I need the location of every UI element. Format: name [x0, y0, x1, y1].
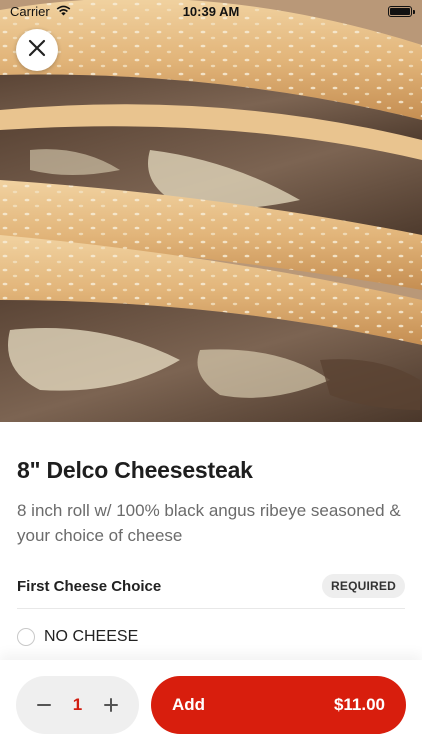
- radio-button[interactable]: [17, 628, 35, 646]
- item-description: 8 inch roll w/ 100% black angus ribeye s…: [17, 501, 401, 545]
- item-title: 8" Delco Cheesesteak: [17, 457, 253, 483]
- carrier-label: Carrier: [10, 3, 50, 19]
- quantity-stepper: 1: [16, 676, 139, 734]
- option-section-header: First Cheese Choice REQUIRED: [17, 574, 405, 609]
- bottom-action-bar: 1 Add $11.00: [0, 660, 422, 750]
- add-to-cart-button[interactable]: Add $11.00: [151, 676, 406, 734]
- increment-button[interactable]: [101, 695, 121, 715]
- add-label: Add: [172, 695, 206, 714]
- decrement-button[interactable]: [34, 695, 54, 715]
- required-badge: REQUIRED: [322, 574, 405, 598]
- wifi-icon: [56, 4, 71, 19]
- price-label: $11.00: [333, 695, 385, 714]
- close-icon: [28, 39, 46, 62]
- cheesesteak-image: [0, 0, 422, 422]
- close-button[interactable]: [16, 29, 58, 71]
- item-details: 8" Delco Cheesesteak 8 inch roll w/ 100%…: [0, 422, 422, 646]
- plus-icon: [104, 698, 118, 712]
- battery-icon: [388, 5, 415, 17]
- item-photo: [0, 0, 422, 422]
- minus-icon: [37, 704, 51, 706]
- status-left: Carrier: [10, 4, 71, 19]
- option-section-title: First Cheese Choice: [17, 577, 162, 595]
- status-bar: Carrier 10:39 AM: [0, 0, 422, 22]
- option-no-cheese[interactable]: NO CHEESE: [17, 609, 405, 646]
- option-label: NO CHEESE: [44, 628, 139, 645]
- quantity-value: 1: [72, 695, 83, 714]
